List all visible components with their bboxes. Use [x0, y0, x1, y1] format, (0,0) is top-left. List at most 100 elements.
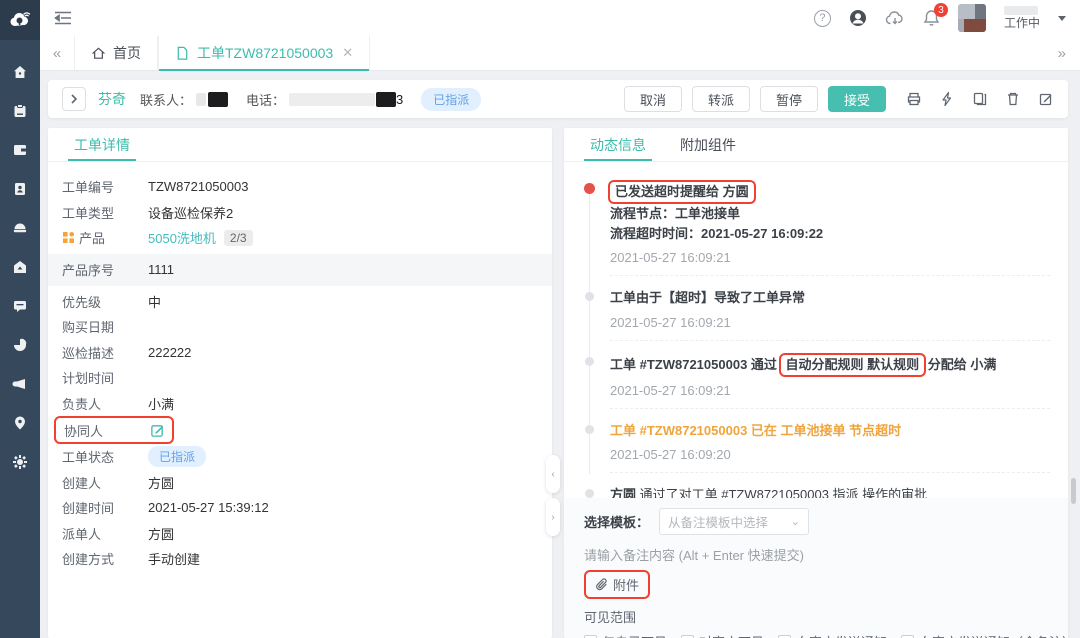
cloud-download-icon[interactable] [885, 10, 905, 26]
user-avatar[interactable] [958, 4, 986, 32]
flash-icon[interactable] [939, 91, 955, 107]
home-icon [12, 64, 28, 80]
timeline-dot [585, 357, 594, 366]
visibility-checkbox-option[interactable]: 仅自己可见 [584, 632, 667, 638]
field-value: 1111 [148, 262, 174, 277]
page-tab-home[interactable]: 首页 [74, 36, 158, 70]
field-label: 派单人 [62, 524, 101, 543]
edit-icon[interactable] [1038, 91, 1054, 107]
user-status: 工作中 [1004, 17, 1040, 30]
sidebar-item-announcement[interactable] [0, 364, 40, 403]
tabs-scroll-left-icon[interactable]: « [40, 36, 74, 70]
copy-icon[interactable] [972, 91, 988, 107]
field-label: 创建方式 [62, 549, 114, 568]
print-icon[interactable] [906, 91, 922, 107]
order-status-badge: 已指派 [421, 88, 481, 111]
activity-panel: 动态信息附加组件 已发送超时提醒给 方圆流程节点：工单池接单流程超时时间：202… [564, 128, 1068, 638]
user-menu[interactable]: 工作中 [1004, 6, 1040, 30]
customer-name-link[interactable]: 芬奇 [98, 89, 126, 109]
message-icon [12, 298, 28, 314]
sidebar-item-service-desk[interactable] [0, 208, 40, 247]
chevron-down-icon: ⌄ [791, 515, 800, 528]
action-button[interactable]: 转派 [692, 86, 750, 112]
sidebar-item-message[interactable] [0, 286, 40, 325]
sidebar-item-location[interactable] [0, 403, 40, 442]
visibility-checkbox-option[interactable]: 向客户发送通知（含备注） [901, 632, 1068, 638]
field-value: 手动创建 [148, 549, 200, 568]
tab-close-icon[interactable]: ✕ [342, 45, 353, 61]
panel-splitter-collapse-right[interactable]: › [546, 498, 560, 536]
field-label: 工单状态 [62, 447, 114, 466]
support-avatar-icon[interactable] [849, 9, 867, 27]
timeline-dot [585, 425, 594, 434]
sidebar-item-warehouse[interactable] [0, 247, 40, 286]
timeline-timestamp: 2021-05-27 16:09:20 [610, 447, 1050, 462]
field-label: 负责人 [62, 394, 101, 413]
sidebar-item-settings[interactable] [0, 442, 40, 481]
note-input[interactable]: 请输入备注内容 (Alt + Enter 快速提交) [584, 545, 1048, 564]
sidebar-item-customer-card[interactable] [0, 169, 40, 208]
tab-activity-info[interactable]: 动态信息 [590, 128, 646, 161]
visibility-label: 可见范围 [584, 607, 1048, 626]
notification-bell-icon[interactable]: 3 [923, 9, 940, 27]
tabs-scroll-right-icon[interactable]: » [1058, 36, 1080, 70]
timeline-dot [584, 183, 595, 194]
sidebar-item-workbench[interactable] [0, 130, 40, 169]
visibility-checkbox-option[interactable]: 对客户可见 [681, 632, 764, 638]
product-count-badge: 2/3 [224, 230, 253, 246]
field-value: 2021-05-27 15:39:12 [148, 500, 269, 515]
app-logo[interactable] [0, 0, 40, 40]
vertical-scrollbar-thumb[interactable] [1071, 478, 1076, 504]
timeline-title: 工单由于【超时】导致了工单异常 [610, 288, 1050, 308]
timeline-timestamp: 2021-05-27 16:09:21 [610, 383, 1050, 398]
user-name-redacted [1004, 6, 1038, 15]
sidebar-collapse-icon[interactable] [54, 10, 72, 26]
field-row: 创建方式 手动创建 [48, 546, 552, 572]
help-icon[interactable]: ? [814, 10, 831, 27]
field-row: 负责人小满 [48, 391, 552, 417]
field-label: 产品 [79, 228, 105, 247]
tab-order-detail[interactable]: 工单详情 [74, 128, 130, 161]
checkbox-label: 向客户发送通知（含备注） [919, 632, 1068, 638]
checkbox-label: 仅自己可见 [602, 632, 667, 638]
edit-collaborator-icon[interactable] [150, 423, 165, 438]
sidebar-item-home[interactable] [0, 52, 40, 91]
customer-card-icon [12, 181, 28, 197]
expand-detail-icon[interactable] [62, 87, 86, 111]
field-label: 优先级 [62, 292, 101, 311]
warehouse-icon [12, 259, 28, 275]
sidebar-item-work-order[interactable] [0, 91, 40, 130]
accept-button[interactable]: 接受 [828, 86, 886, 112]
field-label: 协同人 [64, 421, 103, 440]
delete-icon[interactable] [1005, 91, 1021, 107]
action-button[interactable]: 暂停 [760, 86, 818, 112]
contact-value-redacted [196, 92, 228, 107]
panel-splitter-collapse-left[interactable]: ‹ [546, 455, 560, 493]
field-label: 创建人 [62, 473, 101, 492]
attachment-button[interactable]: 附件 [584, 570, 650, 599]
field-row: 巡检描述222222 [48, 340, 552, 366]
page-tab-label: 工单TZW8721050003 [197, 43, 333, 63]
service-desk-icon [12, 220, 28, 236]
caret-down-icon[interactable] [1058, 16, 1066, 21]
page-tab-work-order[interactable]: 工单TZW8721050003 ✕ [158, 36, 370, 70]
field-label: 工单编号 [62, 177, 114, 196]
document-icon [175, 46, 190, 61]
tab-addons[interactable]: 附加组件 [680, 128, 736, 161]
paperclip-icon [595, 578, 608, 592]
field-row: 产品序号1111 [48, 254, 552, 286]
field-row: 工单编号TZW8721050003 [48, 174, 552, 200]
cloud-wrench-logo-icon [8, 8, 32, 32]
sidebar-item-analytics[interactable] [0, 325, 40, 364]
phone-value-redacted: 3 [289, 92, 403, 107]
field-row: 派单人方圆 [48, 521, 552, 547]
home-icon [91, 46, 106, 61]
field-row: 购买日期 [48, 314, 552, 340]
annotation-box: 协同人 [54, 416, 174, 444]
template-select[interactable]: 从备注模板中选择 ⌄ [659, 508, 809, 535]
action-button[interactable]: 取消 [624, 86, 682, 112]
field-row: 创建时间2021-05-27 15:39:12 [48, 495, 552, 521]
timeline-timestamp: 2021-05-27 16:09:21 [610, 315, 1050, 330]
visibility-checkbox-option[interactable]: 向客户发送通知 [778, 632, 887, 638]
checkbox-label: 向客户发送通知 [796, 632, 887, 638]
